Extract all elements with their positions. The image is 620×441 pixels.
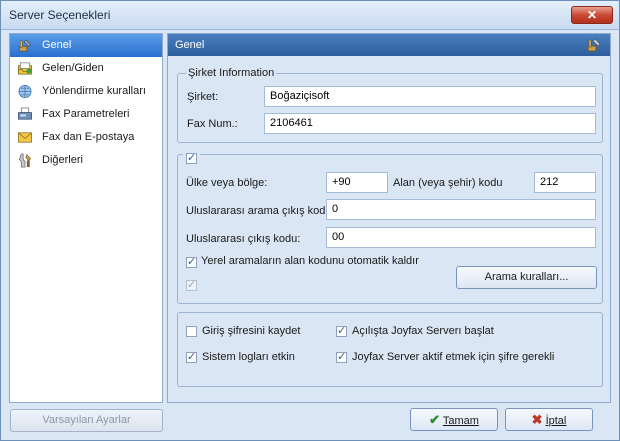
cancel-icon: ✖ [531, 412, 543, 427]
envelope-icon [18, 132, 32, 143]
start-server-label: Açılışta Joyfax Serverı başlat [352, 325, 494, 337]
sidebar-item-digerleri[interactable]: Diğerleri [10, 149, 162, 172]
sidebar-item-yonlendirme[interactable]: Yönlendirme kuralları [10, 80, 162, 103]
checkmark-icon: ✔ [429, 412, 440, 427]
area-code-label: Alan (veya şehir) kodu [393, 177, 503, 189]
routing-icon [18, 85, 32, 98]
cancel-button[interactable]: ✖ İptal [505, 408, 593, 431]
sidebar-item-label: Fax dan E-postaya [42, 131, 135, 143]
ok-button[interactable]: ✔ Tamam [410, 408, 498, 431]
tools-icon [587, 38, 601, 52]
sidebar-item-label: Yönlendirme kuralları [42, 85, 146, 97]
intl-prefix-label: Uluslararası arama çıkış kodu: [186, 205, 335, 217]
start-server-checkbox[interactable] [336, 324, 347, 337]
company-label: Şirket: [187, 91, 219, 103]
sidebar-item-label: Diğerleri [42, 154, 83, 166]
intl-prefix-field[interactable]: 0 [326, 199, 596, 220]
sidebar-item-label: Fax Parametreleri [42, 108, 130, 120]
fax-number-field[interactable]: 2106461 [264, 113, 596, 134]
window-title: Server Seçenekleri [9, 8, 111, 22]
sidebar-item-label: Genel [42, 39, 72, 51]
system-logs-label: Sistem logları etkin [202, 351, 295, 363]
password-required-checkbox[interactable] [336, 350, 347, 363]
remove-area-code-checkbox[interactable] [186, 255, 197, 268]
company-info-legend: Şirket Information [186, 67, 277, 79]
remove-area-code-label: Yerel aramaların alan kodunu otomatik ka… [201, 255, 419, 267]
settings-icon [18, 153, 32, 168]
dialing-rules-button[interactable]: Arama kuralları... [456, 266, 597, 289]
save-login-label: Giriş şifresini kaydet [202, 325, 301, 337]
general-settings-panel: Genel Şirket Information Şirket: Boğaziç… [167, 33, 611, 403]
sidebar-item-genel[interactable]: Genel [10, 34, 162, 57]
intl-exit-field[interactable]: 00 [326, 227, 596, 248]
close-button[interactable]: ✕ [571, 6, 613, 24]
ok-label: Tamam [442, 415, 479, 427]
title-bar: Server Seçenekleri ✕ [1, 1, 619, 30]
sidebar-item-label: Gelen/Giden [42, 62, 104, 74]
inbox-icon [18, 62, 32, 75]
sidebar: Genel Gelen/Giden Yönlendirme kuralları [9, 33, 163, 403]
tools-icon [19, 39, 32, 52]
panel-header: Genel [168, 34, 610, 56]
area-code-field[interactable]: 212 [534, 172, 596, 193]
intl-exit-label: Uluslararası çıkış kodu: [186, 233, 301, 245]
company-info-group: Şirket Information Şirket: Boğaziçisoft … [177, 67, 603, 143]
startup-options-group: Giriş şifresini kaydet Açılışta Joyfax S… [177, 312, 603, 387]
save-login-checkbox[interactable] [186, 326, 197, 337]
system-logs-checkbox[interactable] [186, 350, 197, 363]
fax-icon [18, 107, 32, 120]
server-options-window: Server Seçenekleri ✕ Genel Gelen/Giden Y… [0, 0, 620, 441]
dialing-enable-checkbox[interactable] [183, 150, 200, 167]
cancel-label: İptal [545, 415, 567, 427]
password-required-label: Joyfax Server aktif etmek için şifre ger… [352, 351, 555, 363]
sidebar-item-fax-dan-eposta[interactable]: Fax dan E-postaya [10, 126, 162, 149]
sidebar-item-fax-parametreleri[interactable]: Fax Parametreleri [10, 103, 162, 126]
company-field[interactable]: Boğaziçisoft [264, 86, 596, 107]
country-code-field[interactable]: +90 [326, 172, 388, 193]
fax-number-label: Fax Num.: [187, 118, 238, 130]
sidebar-item-gelen-giden[interactable]: Gelen/Giden [10, 57, 162, 80]
defaults-button[interactable]: Varsayılan Ayarlar [10, 409, 163, 432]
secondary-option-checkbox [186, 278, 197, 291]
dialing-group: Ülke veya bölge: +90 Alan (veya şehir) k… [177, 150, 603, 304]
panel-title: Genel [175, 39, 205, 51]
country-label: Ülke veya bölge: [186, 177, 268, 189]
